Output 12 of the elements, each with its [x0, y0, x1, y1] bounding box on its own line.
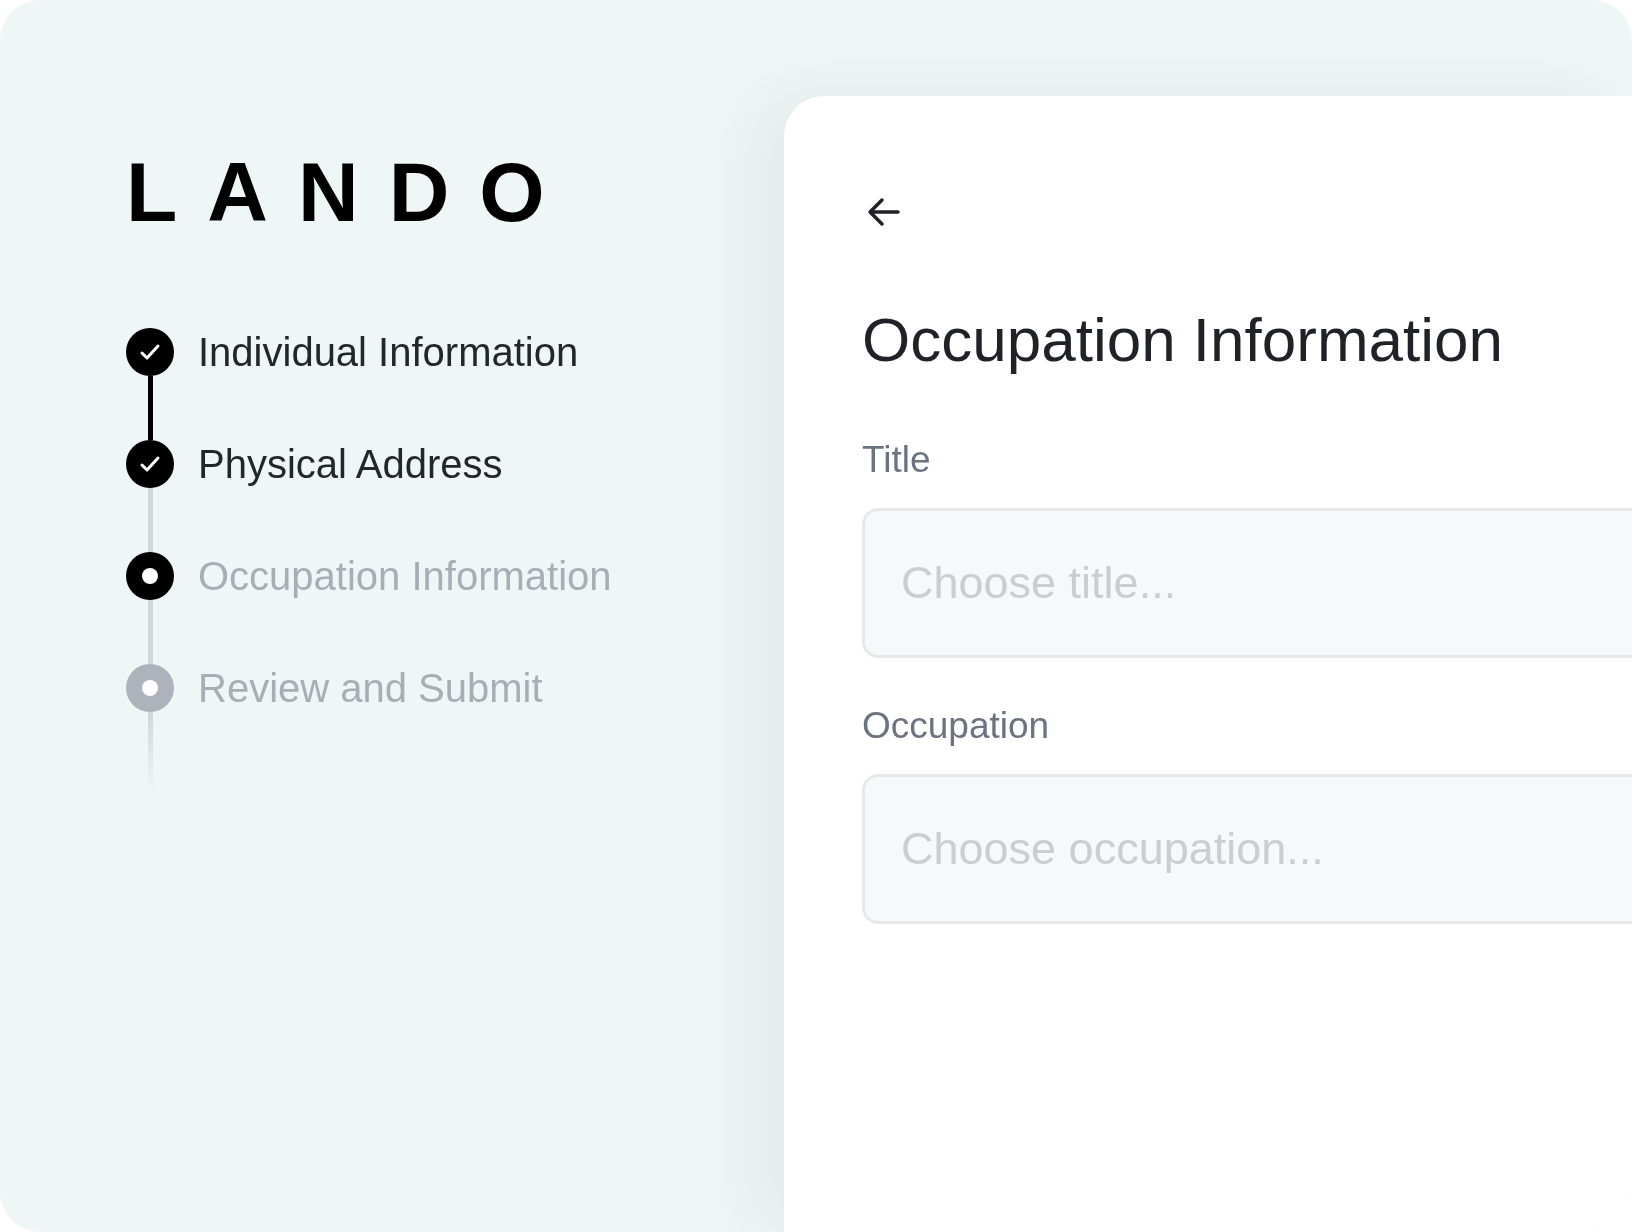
field-label: Occupation	[862, 704, 1050, 748]
step-label: Review and Submit	[198, 665, 543, 712]
page-heading: Occupation Information	[862, 304, 1503, 376]
field-label: Title	[862, 438, 931, 482]
back-arrow-icon	[866, 196, 902, 228]
step-label: Individual Information	[198, 329, 579, 376]
step-connector	[147, 600, 153, 664]
step-label: Occupation Information	[198, 553, 612, 600]
logo: LANDO	[126, 150, 575, 234]
step-connector	[147, 376, 153, 440]
step-connector	[147, 488, 153, 552]
step-label: Physical Address	[198, 441, 503, 488]
